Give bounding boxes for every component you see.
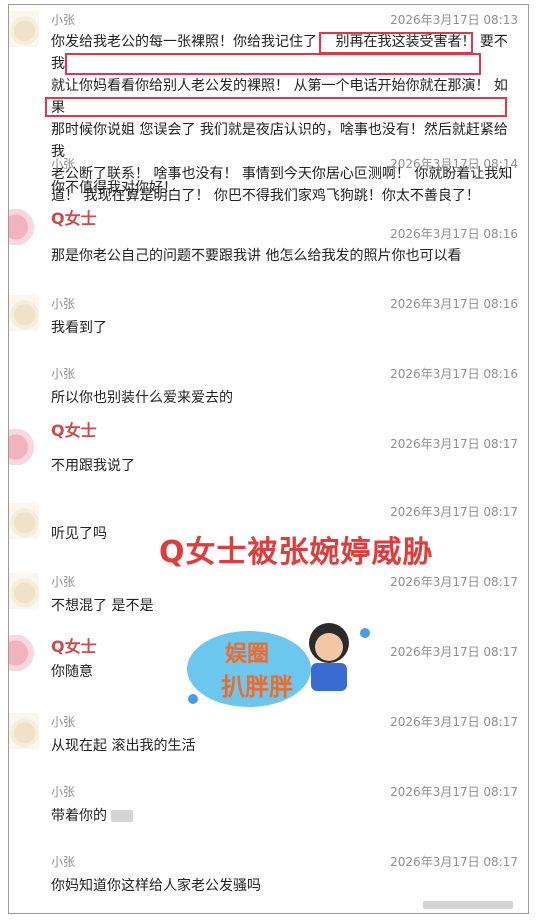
sender-name: 小张 — [51, 367, 76, 381]
message-line: 你妈知道你这样给人家老公发骚吗 — [51, 878, 261, 894]
message-timestamp: 2026年3月17日 08:17 — [390, 785, 518, 799]
message-line: 不用跟我说了 — [51, 458, 135, 474]
message-body: 我看到了 — [51, 317, 516, 339]
message-timestamp: 2026年3月17日 08:14 — [390, 157, 518, 171]
sender-name: 小张 — [51, 715, 76, 729]
sender-name: 小张 — [51, 575, 76, 589]
message-line: 所以你也别装什么爱来爱去的 — [51, 390, 233, 406]
pink-avatar-icon — [9, 209, 39, 245]
message-line: 那是你老公自己的问题不要跟我讲 他怎么给我发的照片你也可以看 — [51, 248, 462, 264]
message-timestamp: 2026年3月17日 08:16 — [390, 297, 518, 311]
message-body: 那是你老公自己的问题不要跟我讲 他怎么给我发的照片你也可以看 — [51, 245, 516, 267]
message-line: 从现在起 滚出我的生活 — [51, 738, 196, 754]
sheep-avatar-icon — [9, 11, 39, 47]
sheep-avatar-icon — [9, 295, 39, 331]
message-body: 从现在起 滚出我的生活 — [51, 735, 516, 757]
message-timestamp: 2026年3月17日 08:17 — [390, 437, 518, 451]
redacted-blur — [111, 810, 133, 822]
sender-name: Q女士 — [51, 637, 97, 656]
message-body: 你不值得我对你好！ — [51, 177, 516, 199]
message-line: 不想混了 是不是 — [51, 598, 154, 614]
watermark-logo: 娱圈 扒胖胖 — [179, 617, 379, 713]
message-body: 不想混了 是不是 — [51, 595, 516, 617]
chat-screenshot-frame: 小张 2026年3月17日 08:13 你发给我老公的每一张裸照！你给我记住了！… — [8, 4, 529, 914]
watermark-blur — [423, 901, 513, 909]
message-timestamp: 2026年3月17日 08:17 — [390, 715, 518, 729]
message-line: 我看到了 — [51, 320, 107, 336]
message-timestamp: 2026年3月17日 08:13 — [390, 13, 518, 27]
overlay-caption: Q女士被张婉婷威胁 — [159, 535, 434, 570]
message-timestamp: 2026年3月17日 08:17 — [390, 575, 518, 589]
sender-name: 小张 — [51, 13, 76, 27]
sender-name: Q女士 — [51, 209, 97, 228]
sender-name: 小张 — [51, 297, 76, 311]
pink-avatar-icon — [9, 429, 39, 465]
highlight-box — [65, 53, 481, 75]
sheep-avatar-icon — [9, 573, 39, 609]
message-timestamp: 2026年3月17日 08:17 — [390, 645, 518, 659]
highlight-box — [45, 97, 507, 117]
message-line: 你不值得我对你好！ — [51, 180, 177, 196]
sender-name: 小张 — [51, 855, 76, 869]
sender-name: 小张 — [51, 157, 76, 171]
sheep-avatar-icon — [9, 503, 39, 539]
message-body: 所以你也别装什么爱来爱去的 — [51, 387, 516, 409]
message-timestamp: 2026年3月17日 08:17 — [390, 505, 518, 519]
highlight-box — [319, 32, 473, 54]
svg-text:扒胖胖: 扒胖胖 — [221, 673, 293, 701]
message-timestamp: 2026年3月17日 08:17 — [390, 855, 518, 869]
message-body: 不用跟我说了 — [51, 455, 516, 477]
sheep-avatar-icon — [9, 713, 39, 749]
message-body: 你妈知道你这样给人家老公发骚吗 — [51, 875, 516, 897]
svg-text:娱圈: 娱圈 — [225, 642, 269, 667]
message-timestamp: 2026年3月17日 08:16 — [390, 227, 518, 241]
pink-avatar-icon — [9, 635, 39, 671]
message-timestamp: 2026年3月17日 08:16 — [390, 367, 518, 381]
sender-name: Q女士 — [51, 421, 97, 440]
sender-name: 小张 — [51, 785, 76, 799]
